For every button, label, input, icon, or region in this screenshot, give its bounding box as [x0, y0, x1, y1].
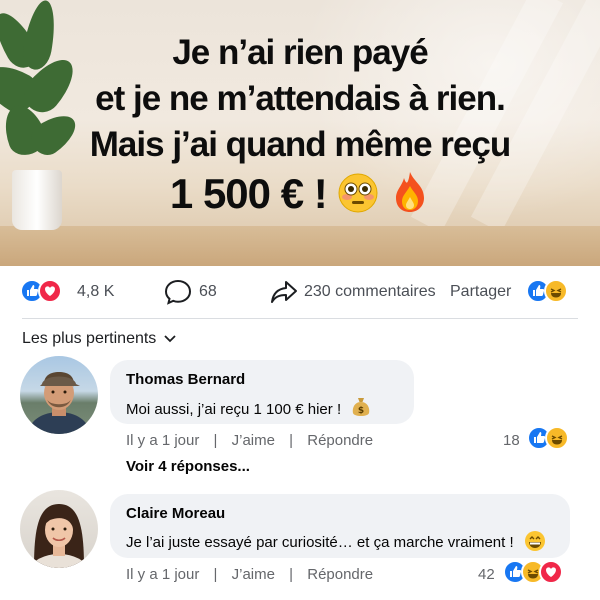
grinning-emoji — [524, 530, 546, 559]
separator: | — [213, 566, 218, 583]
reply-button[interactable]: Répondre — [307, 432, 373, 449]
comment-reaction-count[interactable]: 18 — [503, 432, 520, 449]
comment-body: Je l’ai juste essayé par curiosité… et ç… — [126, 534, 514, 551]
comment-reaction-count[interactable]: 42 — [478, 566, 495, 583]
comment-body: Moi aussi, j’ai reçu 1 100 € hier ! — [126, 401, 342, 418]
headline-amount: 1 500 € ! — [169, 170, 328, 217]
money-bag-emoji: $ — [351, 396, 371, 425]
separator: | — [289, 566, 294, 583]
comment-reactions[interactable] — [503, 560, 563, 584]
haha-reaction-icon — [545, 426, 569, 450]
wooden-table — [0, 226, 600, 266]
comment-sort-dropdown[interactable]: Les plus pertinents — [22, 330, 176, 348]
headline-line-2: et je ne m’attendais à rien. — [95, 79, 506, 118]
comment-text: Moi aussi, j’ai reçu 1 100 € hier ! $ — [126, 396, 398, 425]
separator: | — [289, 432, 294, 449]
post-image[interactable]: Je n’ai rien payé et je ne m’attendais à… — [0, 0, 600, 266]
like-button[interactable]: J’aime — [232, 432, 275, 449]
post-stats-bar: 4,8 K 68 230 commentaires Partager — [0, 270, 600, 314]
separator: | — [213, 432, 218, 449]
reactions-count[interactable]: 4,8 K — [77, 283, 114, 301]
love-reaction-icon — [38, 279, 62, 303]
comment-author[interactable]: Claire Moreau — [126, 504, 554, 524]
reaction-summary[interactable] — [20, 279, 62, 303]
chevron-down-icon — [164, 330, 176, 348]
comment-author[interactable]: Thomas Bernard — [126, 370, 398, 390]
view-replies-link[interactable]: Voir 4 réponses... — [126, 458, 250, 475]
haha-reaction-icon — [544, 279, 568, 303]
comments-count[interactable]: 68 — [199, 283, 217, 301]
comment-meta: Il y a 1 jour | J’aime | Répondre — [126, 432, 383, 449]
comment-reactions[interactable] — [527, 426, 569, 450]
avatar[interactable] — [20, 356, 98, 434]
comment-bubble-icon[interactable] — [164, 279, 192, 310]
shares-count[interactable]: 230 commentaires — [304, 283, 436, 301]
divider — [22, 318, 578, 319]
share-button[interactable]: Partager — [450, 283, 511, 301]
reaction-picker[interactable] — [526, 279, 568, 303]
sort-label: Les plus pertinents — [22, 330, 157, 347]
comment-text: Je l’ai juste essayé par curiosité… et ç… — [126, 530, 554, 559]
reply-button[interactable]: Répondre — [307, 566, 373, 583]
avatar[interactable] — [20, 490, 98, 568]
svg-text:$: $ — [358, 406, 364, 416]
headline-line-4: 1 500 € ! — [0, 168, 600, 226]
comment-bubble: Thomas Bernard Moi aussi, j’ai reçu 1 10… — [110, 360, 414, 424]
share-arrow-icon[interactable] — [270, 279, 298, 310]
headline: Je n’ai rien payé et je ne m’attendais à… — [0, 30, 600, 226]
like-button[interactable]: J’aime — [232, 566, 275, 583]
comment-bubble: Claire Moreau Je l’ai juste essayé par c… — [110, 494, 570, 558]
headline-line-1: Je n’ai rien payé — [172, 33, 428, 72]
comment-time[interactable]: Il y a 1 jour — [126, 432, 199, 449]
headline-line-3: Mais j’ai quand même reçu — [89, 125, 511, 164]
flushed-face-emoji — [337, 172, 379, 226]
comment-meta: Il y a 1 jour | J’aime | Répondre — [126, 566, 383, 583]
fire-emoji — [390, 170, 430, 226]
love-reaction-icon — [539, 560, 563, 584]
comment-time[interactable]: Il y a 1 jour — [126, 566, 199, 583]
